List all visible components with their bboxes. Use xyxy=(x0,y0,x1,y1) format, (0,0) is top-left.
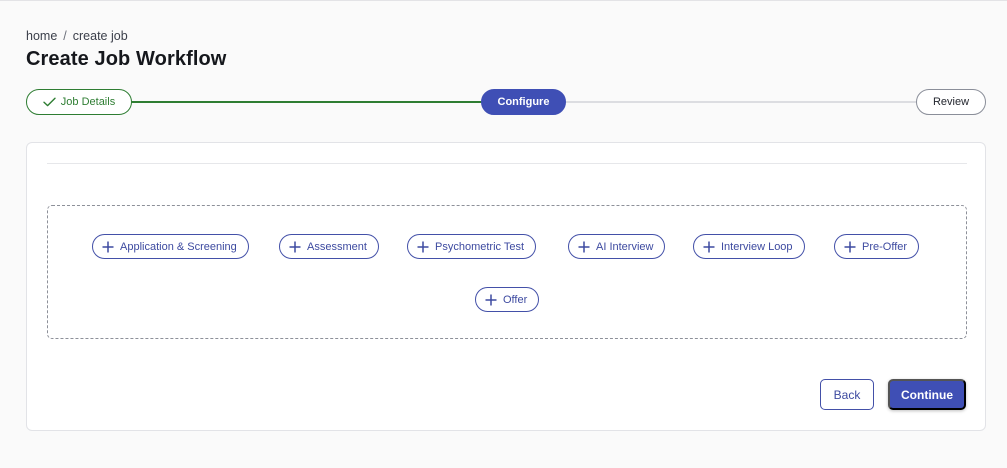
workflow-stepper: Job Details Configure Review xyxy=(26,89,986,115)
plus-icon xyxy=(485,294,497,305)
add-stage-pre-offer[interactable]: Pre-Offer xyxy=(834,234,920,259)
plus-icon xyxy=(417,241,429,252)
stage-dropzone: Application & Screening Assessment Psych… xyxy=(47,205,967,339)
top-border xyxy=(0,0,1007,1)
breadcrumb-current: create job xyxy=(72,29,128,43)
configure-card: Application & Screening Assessment Psych… xyxy=(26,142,986,431)
stage-label: Application & Screening xyxy=(120,240,237,253)
step-configure[interactable]: Configure xyxy=(481,89,566,115)
add-stage-psychometric-test[interactable]: Psychometric Test xyxy=(407,234,537,259)
breadcrumb-home-link[interactable]: home xyxy=(26,29,57,43)
plus-icon xyxy=(844,241,856,252)
stage-label: Pre-Offer xyxy=(862,240,908,253)
add-stage-interview-loop[interactable]: Interview Loop xyxy=(693,234,805,259)
plus-icon xyxy=(102,241,114,252)
step-job-details[interactable]: Job Details xyxy=(26,89,132,115)
step-review[interactable]: Review xyxy=(916,89,986,115)
stage-label: Offer xyxy=(503,293,528,306)
stage-label: AI Interview xyxy=(596,240,654,253)
stage-label: Psychometric Test xyxy=(435,240,525,253)
add-stage-offer[interactable]: Offer xyxy=(475,287,540,312)
plus-icon xyxy=(578,241,590,252)
card-divider xyxy=(47,163,967,164)
stage-label: Interview Loop xyxy=(721,240,793,253)
add-stage-assessment[interactable]: Assessment xyxy=(279,234,379,259)
back-button[interactable]: Back xyxy=(820,379,874,410)
check-icon xyxy=(43,97,56,107)
step-label: Configure xyxy=(497,96,550,108)
add-stage-ai-interview[interactable]: AI Interview xyxy=(568,234,666,259)
plus-icon xyxy=(703,241,715,252)
continue-button[interactable]: Continue xyxy=(888,379,966,410)
breadcrumb-separator: / xyxy=(63,29,67,43)
breadcrumb: home / create job xyxy=(26,29,128,43)
stepper-track-pending xyxy=(564,101,920,103)
step-label: Review xyxy=(932,96,970,108)
add-stage-application-screening[interactable]: Application & Screening xyxy=(92,234,249,259)
step-label: Job Details xyxy=(60,96,116,108)
stage-label: Assessment xyxy=(307,240,367,253)
plus-icon xyxy=(289,241,301,252)
stepper-track-complete xyxy=(131,101,483,103)
stage-chip-list: Application & Screening Assessment Psych… xyxy=(48,206,966,338)
page-title: Create Job Workflow xyxy=(26,48,227,70)
